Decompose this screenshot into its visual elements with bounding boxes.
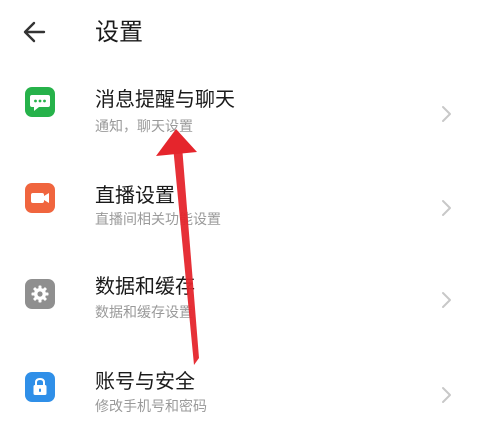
chevron-right-icon (442, 292, 451, 308)
settings-item-account-security[interactable]: 账号与安全 修改手机号和密码 (0, 340, 493, 432)
item-subtitle: 数据和缓存设置 (95, 305, 193, 321)
chevron-right-icon (442, 387, 451, 403)
arrow-left-icon (23, 21, 46, 43)
header: 设置 (0, 0, 493, 64)
page-title: 设置 (95, 18, 143, 46)
settings-item-live[interactable]: 直播设置 直播间相关功能设置 (0, 148, 493, 240)
item-title: 直播设置 (95, 183, 175, 207)
chevron-right-icon (442, 106, 451, 122)
item-subtitle: 修改手机号和密码 (95, 399, 207, 415)
back-button[interactable] (16, 14, 56, 50)
item-title: 消息提醒与聊天 (95, 87, 235, 111)
settings-item-notifications-chat[interactable]: 消息提醒与聊天 通知，聊天设置 (0, 56, 493, 148)
video-camera-icon (25, 183, 55, 213)
gear-icon (25, 279, 55, 309)
settings-item-data-cache[interactable]: 数据和缓存 数据和缓存设置 (0, 245, 493, 337)
item-subtitle: 直播间相关功能设置 (95, 212, 221, 228)
item-title: 数据和缓存 (95, 274, 195, 298)
item-subtitle: 通知，聊天设置 (95, 119, 193, 135)
chevron-right-icon (442, 200, 451, 216)
lock-icon (25, 372, 55, 402)
item-title: 账号与安全 (95, 369, 195, 393)
chat-bubble-icon (25, 87, 55, 117)
